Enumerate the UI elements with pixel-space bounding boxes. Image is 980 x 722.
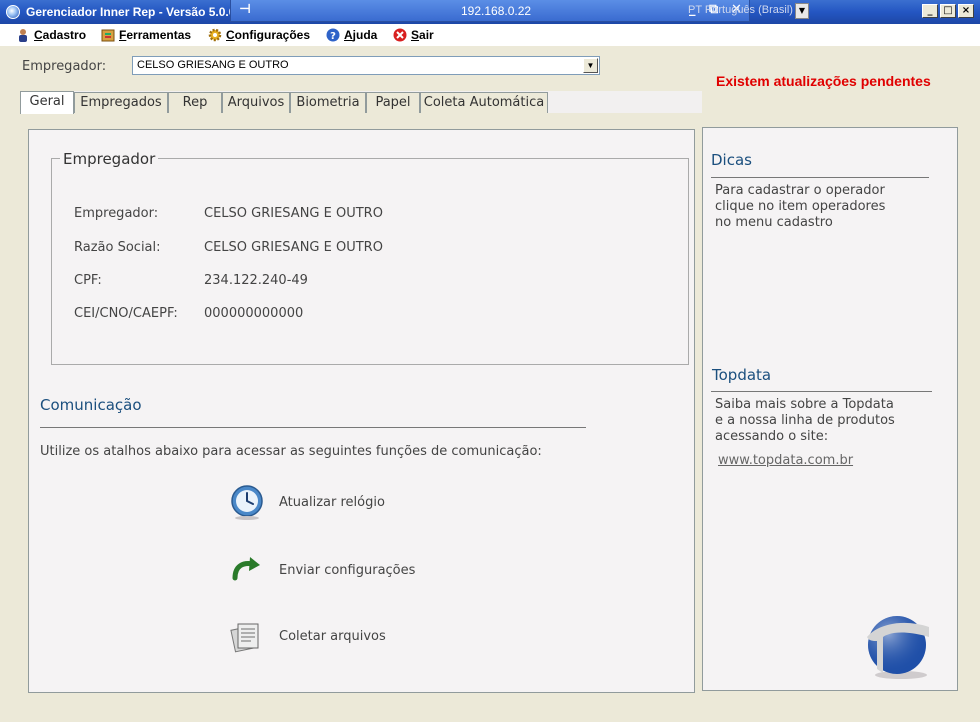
communication-divider bbox=[40, 427, 586, 428]
clock-icon bbox=[229, 484, 265, 520]
language-indicator[interactable]: PT Português (Brasil) bbox=[688, 4, 793, 16]
menu-ferramentas-label: Ferramentas bbox=[119, 28, 192, 42]
employer-select-value: CELSO GRIESANG E OUTRO bbox=[137, 59, 289, 71]
communication-description: Utilize os atalhos abaixo para acessar a… bbox=[40, 444, 542, 459]
topdata-line-2: e a nossa linha de produtos bbox=[715, 413, 895, 428]
tab-geral[interactable]: Geral bbox=[20, 91, 74, 114]
app-globe-icon bbox=[6, 5, 20, 19]
tab-rep[interactable]: Rep bbox=[168, 92, 222, 113]
field-label-cpf: CPF: bbox=[74, 273, 102, 288]
tips-divider bbox=[711, 177, 929, 178]
status-strip bbox=[0, 706, 980, 722]
send-settings-label: Enviar configurações bbox=[279, 562, 416, 578]
field-label-employer: Empregador: bbox=[74, 206, 159, 221]
gear-icon bbox=[208, 28, 222, 42]
update-clock-action[interactable]: Atualizar relógio bbox=[229, 484, 385, 520]
maximize-button[interactable]: □ bbox=[940, 4, 956, 18]
menu-ferramentas[interactable]: Ferramentas bbox=[101, 27, 191, 43]
general-tab-panel: Empregador Empregador: CELSO GRIESANG E … bbox=[28, 129, 695, 693]
rdp-host: 192.168.0.22 bbox=[461, 4, 532, 18]
menu-cadastro-label: Cadastro bbox=[34, 28, 87, 42]
topdata-line-3: acessando o site: bbox=[715, 429, 829, 444]
tips-title: Dicas bbox=[711, 151, 752, 169]
help-icon: ? bbox=[326, 28, 340, 42]
menu-configuracoes[interactable]: Configurações bbox=[208, 27, 310, 43]
employer-group: Empregador Empregador: CELSO GRIESANG E … bbox=[51, 150, 689, 365]
tab-empregados[interactable]: Empregados bbox=[74, 92, 168, 113]
field-value-employer: CELSO GRIESANG E OUTRO bbox=[204, 206, 383, 221]
employer-group-legend: Empregador bbox=[60, 150, 159, 168]
pending-updates-notice[interactable]: Existem atualizações pendentes bbox=[716, 73, 931, 89]
topdata-divider bbox=[711, 391, 932, 392]
window-title: Gerenciador Inner Rep - Versão 5.0.0 bbox=[26, 5, 236, 19]
svg-text:?: ? bbox=[330, 31, 336, 42]
menu-ajuda-label: Ajuda bbox=[344, 28, 378, 42]
send-settings-action[interactable]: Enviar configurações bbox=[229, 552, 415, 588]
topdata-line-1: Saiba mais sobre a Topdata bbox=[715, 397, 894, 412]
collect-files-action[interactable]: Coletar arquivos bbox=[229, 618, 386, 654]
sidebar-panel: Dicas Para cadastrar o operador clique n… bbox=[702, 127, 958, 691]
field-value-company-name: CELSO GRIESANG E OUTRO bbox=[204, 240, 383, 255]
communication-title: Comunicação bbox=[40, 396, 142, 414]
send-arrow-icon bbox=[229, 552, 265, 588]
tips-line-3: no menu cadastro bbox=[715, 215, 833, 230]
menu-configuracoes-label: Configurações bbox=[226, 28, 311, 42]
field-label-company-name: Razão Social: bbox=[74, 240, 161, 255]
chevron-down-icon[interactable]: ▼ bbox=[583, 58, 598, 73]
field-label-cei: CEI/CNO/CAEPF: bbox=[74, 306, 178, 321]
topdata-website-link[interactable]: www.topdata.com.br bbox=[718, 453, 853, 468]
field-value-cei: 000000000000 bbox=[204, 306, 304, 321]
menu-sair-label: Sair bbox=[411, 28, 434, 42]
tips-line-2: clique no item operadores bbox=[715, 199, 886, 214]
collect-files-label: Coletar arquivos bbox=[279, 628, 386, 644]
update-clock-label: Atualizar relógio bbox=[279, 494, 385, 510]
tab-papel[interactable]: Papel bbox=[366, 92, 420, 113]
close-button[interactable]: × bbox=[958, 4, 974, 18]
tab-coleta-automatica[interactable]: Coleta Automática bbox=[420, 92, 548, 113]
tab-biometria[interactable]: Biometria bbox=[290, 92, 366, 113]
language-dropdown-icon[interactable]: ▼ bbox=[795, 3, 809, 19]
tips-line-1: Para cadastrar o operador bbox=[715, 183, 885, 198]
employer-select[interactable]: CELSO GRIESANG E OUTRO ▼ bbox=[132, 56, 600, 75]
minimize-button[interactable]: _ bbox=[922, 4, 938, 18]
pin-icon[interactable]: ⊣ bbox=[239, 2, 251, 17]
menu-bar: Cadastro Ferramentas Configurações ? Aju… bbox=[0, 24, 980, 46]
menu-cadastro[interactable]: Cadastro bbox=[16, 27, 86, 43]
topdata-title: Topdata bbox=[712, 366, 772, 384]
remote-desktop-bar: ⊣ 192.168.0.22 _ ⧉ ✕ bbox=[230, 0, 750, 22]
topdata-logo-icon bbox=[865, 615, 931, 681]
field-value-cpf: 234.122.240-49 bbox=[204, 273, 308, 288]
menu-sair[interactable]: Sair bbox=[393, 27, 434, 43]
user-icon bbox=[16, 28, 30, 42]
menu-ajuda[interactable]: ? Ajuda bbox=[326, 27, 377, 43]
files-icon bbox=[229, 618, 265, 654]
exit-icon bbox=[393, 28, 407, 42]
tab-arquivos[interactable]: Arquivos bbox=[222, 92, 290, 113]
employer-selector-label: Empregador: bbox=[22, 59, 107, 74]
tools-icon bbox=[101, 28, 115, 42]
tab-strip: Geral Empregados Rep Arquivos Biometria … bbox=[20, 91, 702, 114]
